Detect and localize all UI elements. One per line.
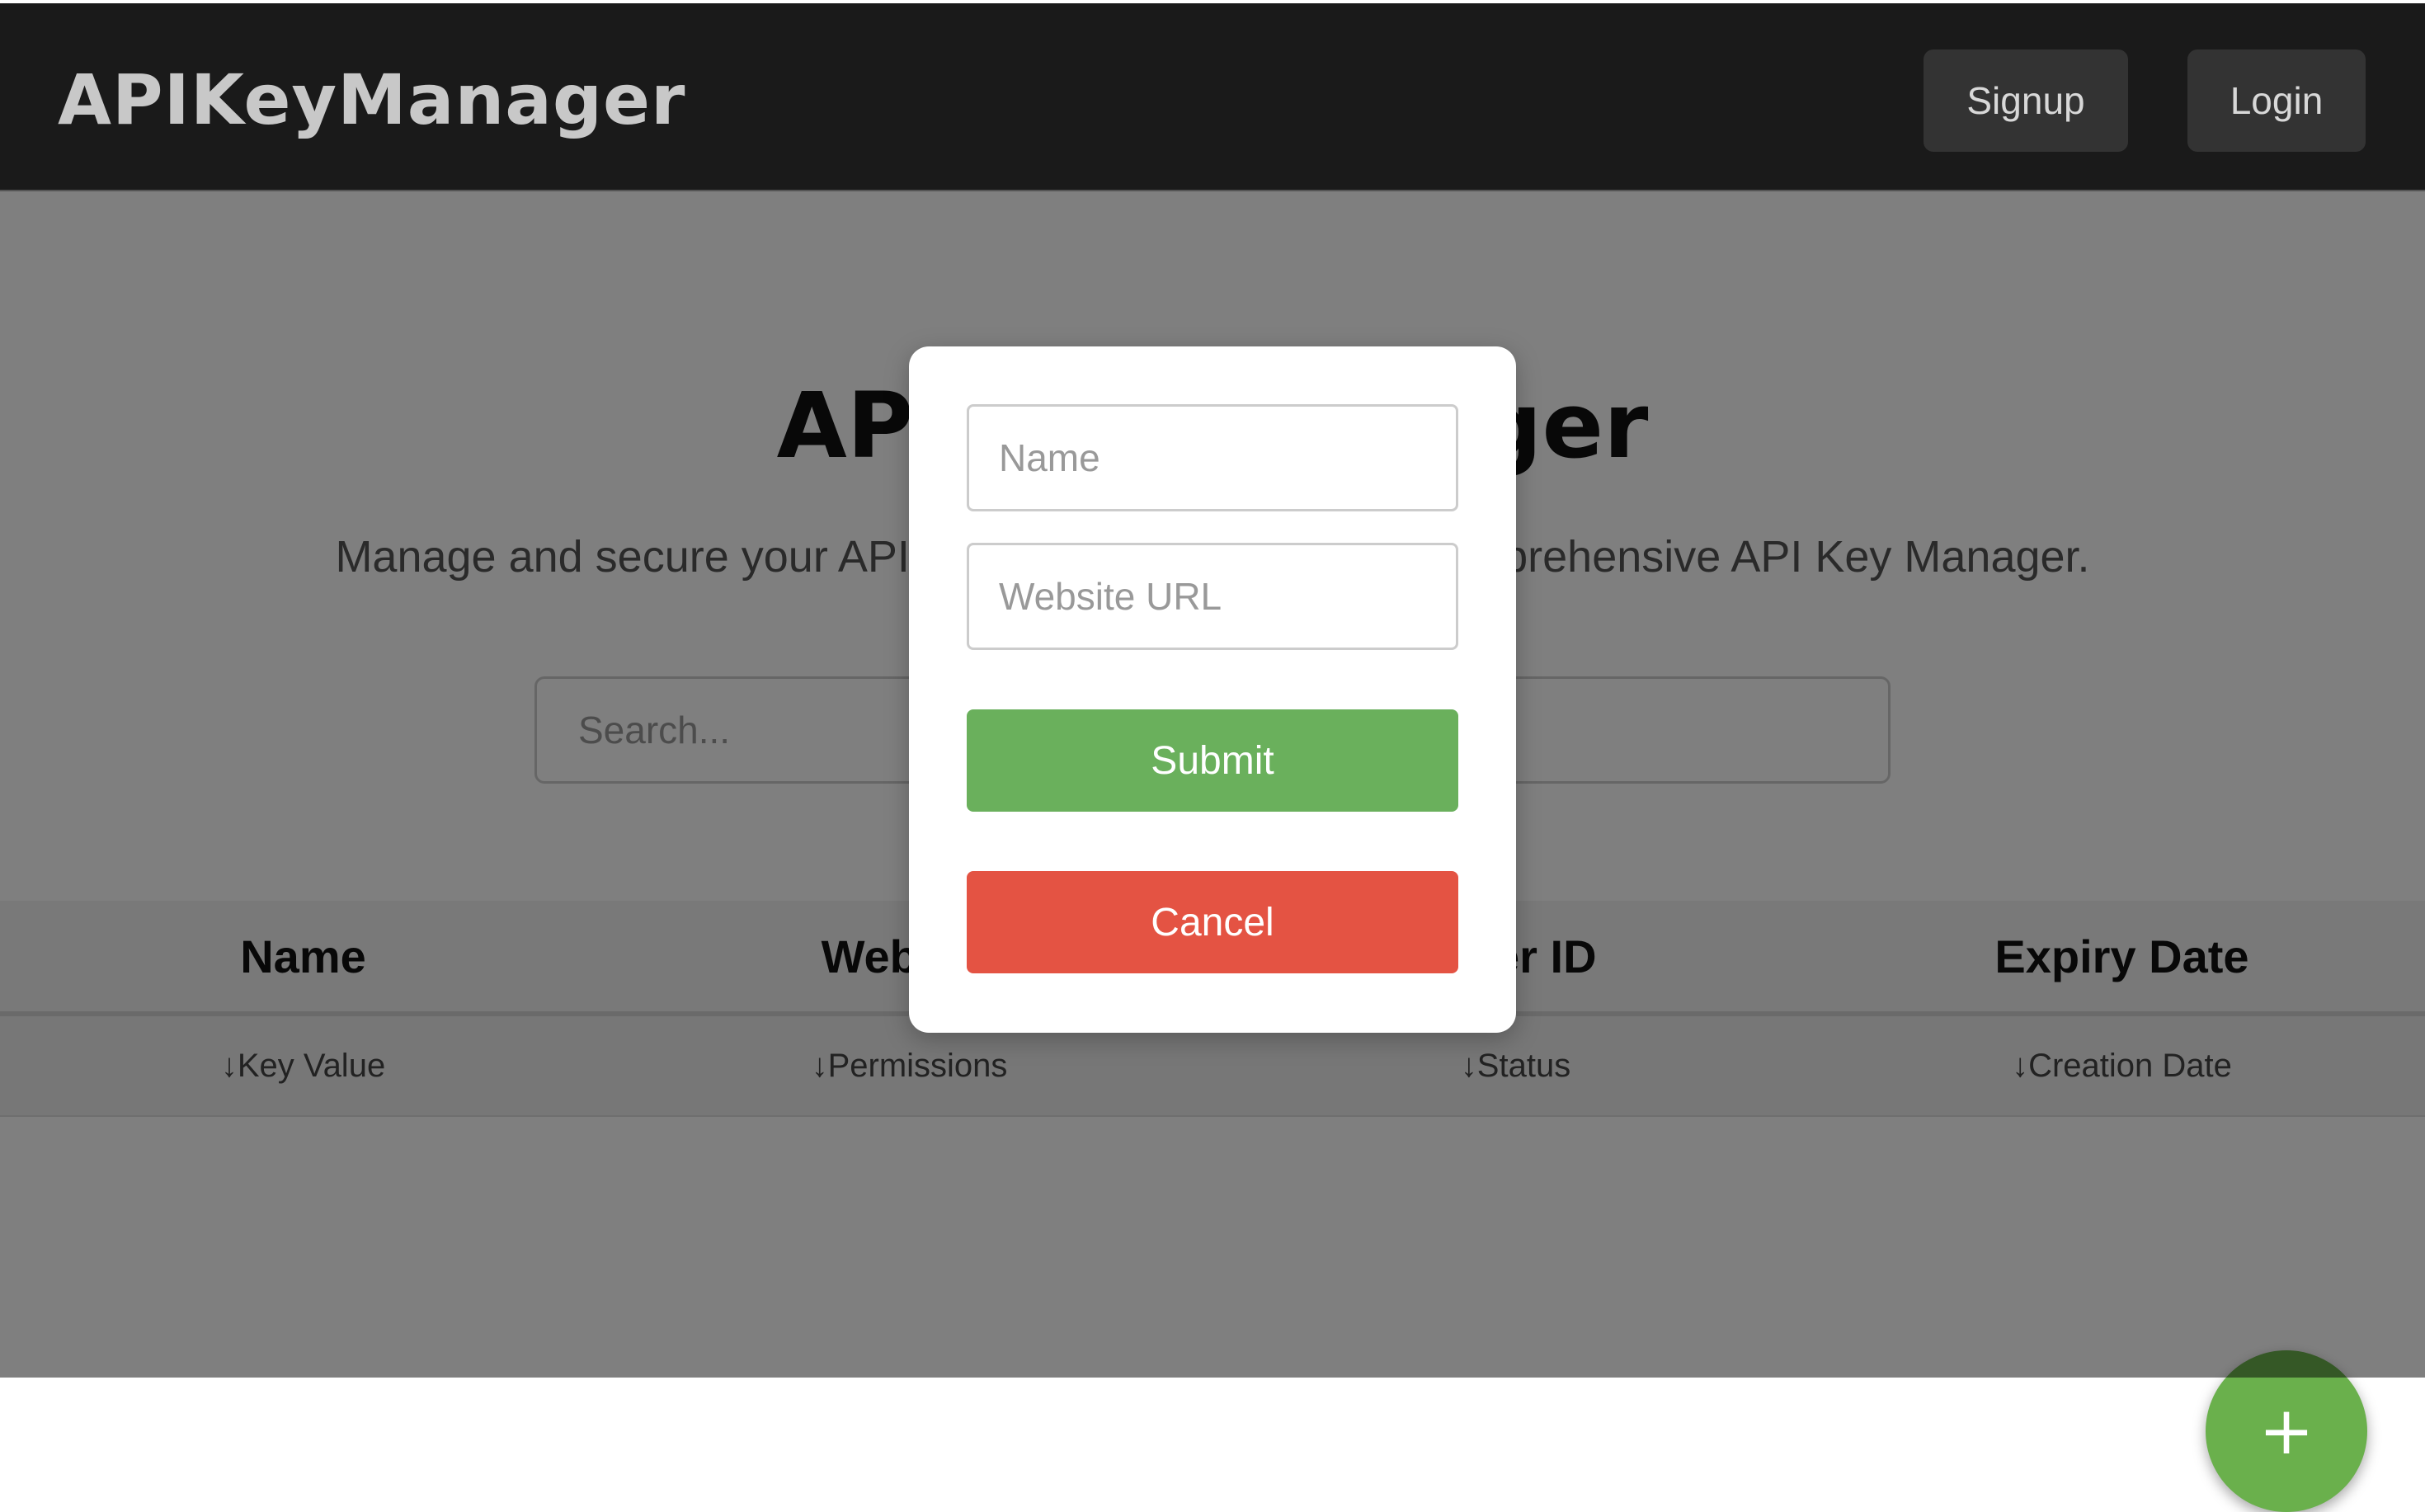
top-navbar: APIKeyManager Signup Login <box>0 0 2425 191</box>
website-url-input[interactable] <box>967 543 1458 650</box>
submit-button[interactable]: Submit <box>967 709 1458 812</box>
brand-logo[interactable]: APIKeyManager <box>58 59 685 140</box>
cancel-button[interactable]: Cancel <box>967 871 1458 973</box>
add-key-modal: Submit Cancel <box>909 346 1516 1033</box>
signup-button[interactable]: Signup <box>1924 49 2128 152</box>
login-button[interactable]: Login <box>2187 49 2366 152</box>
plus-icon: + <box>2258 1392 2314 1469</box>
name-input[interactable] <box>967 404 1458 511</box>
